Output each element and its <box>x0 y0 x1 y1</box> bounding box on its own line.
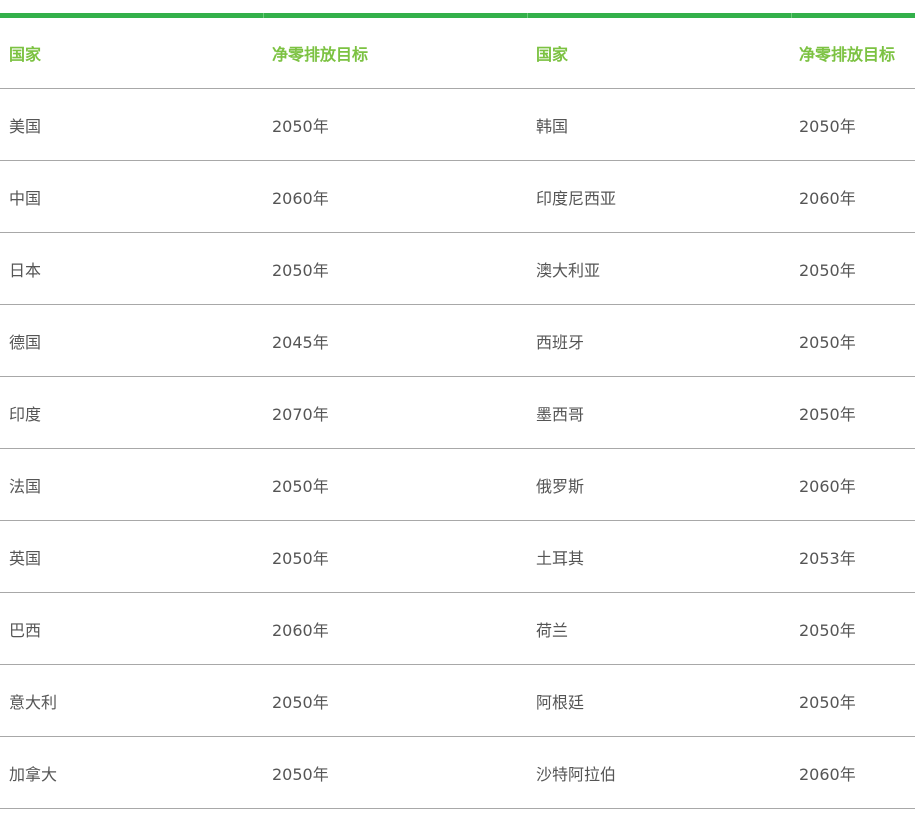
net-zero-table: 国家 净零排放目标 国家 净零排放目标 美国 2050年 韩国 2050年 中国… <box>0 18 915 809</box>
country-cell: 墨西哥 <box>527 376 790 449</box>
country-cell: 印度 <box>0 376 263 449</box>
country-cell: 日本 <box>0 232 263 305</box>
table-row: 意大利 2050年 阿根廷 2050年 <box>0 664 915 737</box>
table-row: 美国 2050年 韩国 2050年 <box>0 88 915 161</box>
target-cell: 2060年 <box>790 736 915 809</box>
table-body: 美国 2050年 韩国 2050年 中国 2060年 印度尼西亚 2060年 日… <box>0 88 915 809</box>
table-top-accent-bar <box>0 13 915 18</box>
target-cell: 2050年 <box>790 664 915 737</box>
target-cell: 2050年 <box>263 664 527 737</box>
table-row: 德国 2045年 西班牙 2050年 <box>0 304 915 377</box>
country-cell: 英国 <box>0 520 263 593</box>
table-row: 巴西 2060年 荷兰 2050年 <box>0 592 915 665</box>
country-cell: 荷兰 <box>527 592 790 665</box>
target-cell: 2045年 <box>263 304 527 377</box>
country-cell: 加拿大 <box>0 736 263 809</box>
country-cell: 巴西 <box>0 592 263 665</box>
country-cell: 美国 <box>0 88 263 161</box>
country-cell: 阿根廷 <box>527 664 790 737</box>
target-cell: 2060年 <box>790 448 915 521</box>
target-cell: 2070年 <box>263 376 527 449</box>
target-cell: 2050年 <box>790 304 915 377</box>
country-cell: 土耳其 <box>527 520 790 593</box>
country-cell: 中国 <box>0 160 263 233</box>
table-row: 中国 2060年 印度尼西亚 2060年 <box>0 160 915 233</box>
target-cell: 2053年 <box>790 520 915 593</box>
country-cell: 俄罗斯 <box>527 448 790 521</box>
target-cell: 2050年 <box>263 520 527 593</box>
table-row: 日本 2050年 澳大利亚 2050年 <box>0 232 915 305</box>
country-cell: 法国 <box>0 448 263 521</box>
table-row: 加拿大 2050年 沙特阿拉伯 2060年 <box>0 736 915 809</box>
table-row: 英国 2050年 土耳其 2053年 <box>0 520 915 593</box>
header-country-right: 国家 <box>527 18 790 89</box>
table-row: 印度 2070年 墨西哥 2050年 <box>0 376 915 449</box>
header-row: 国家 净零排放目标 国家 净零排放目标 <box>0 18 915 89</box>
target-cell: 2050年 <box>263 736 527 809</box>
target-cell: 2050年 <box>263 232 527 305</box>
country-cell: 沙特阿拉伯 <box>527 736 790 809</box>
target-cell: 2060年 <box>263 592 527 665</box>
header-country-left: 国家 <box>0 18 263 89</box>
target-cell: 2050年 <box>790 592 915 665</box>
header-target-right: 净零排放目标 <box>790 18 915 89</box>
target-cell: 2050年 <box>263 88 527 161</box>
country-cell: 德国 <box>0 304 263 377</box>
country-cell: 澳大利亚 <box>527 232 790 305</box>
country-cell: 韩国 <box>527 88 790 161</box>
target-cell: 2050年 <box>790 232 915 305</box>
target-cell: 2050年 <box>790 88 915 161</box>
header-target-left: 净零排放目标 <box>263 18 527 89</box>
country-cell: 印度尼西亚 <box>527 160 790 233</box>
net-zero-table-container: 国家 净零排放目标 国家 净零排放目标 美国 2050年 韩国 2050年 中国… <box>0 13 915 809</box>
target-cell: 2050年 <box>790 376 915 449</box>
country-cell: 意大利 <box>0 664 263 737</box>
table-header: 国家 净零排放目标 国家 净零排放目标 <box>0 18 915 89</box>
table-row: 法国 2050年 俄罗斯 2060年 <box>0 448 915 521</box>
target-cell: 2060年 <box>790 160 915 233</box>
country-cell: 西班牙 <box>527 304 790 377</box>
target-cell: 2050年 <box>263 448 527 521</box>
target-cell: 2060年 <box>263 160 527 233</box>
